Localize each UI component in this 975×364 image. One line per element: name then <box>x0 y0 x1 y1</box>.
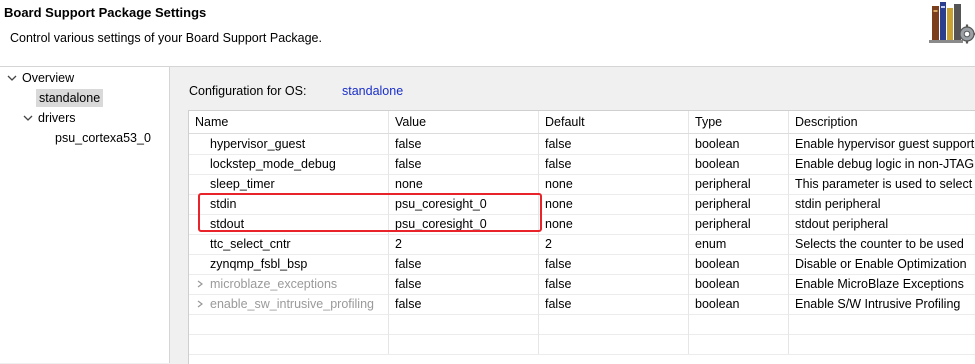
chevron-right-icon[interactable] <box>196 280 204 288</box>
empty-cell <box>539 314 689 334</box>
page-title: Board Support Package Settings <box>4 5 207 20</box>
cell-name: lockstep_mode_debug <box>189 154 389 174</box>
table-header: Name Value Default Type Description <box>189 111 975 134</box>
table-row[interactable]: ttc_select_cntr 2 2 enum Selects the cou… <box>189 234 975 255</box>
cell-default: false <box>539 294 689 314</box>
column-header-description[interactable]: Description <box>789 111 975 133</box>
cell-name-expandable[interactable]: enable_sw_intrusive_profiling <box>189 294 389 314</box>
cell-name: stdin <box>189 194 389 214</box>
cell-default: none <box>539 214 689 234</box>
tree-item-overview[interactable]: Overview <box>0 69 169 87</box>
empty-cell <box>689 334 789 354</box>
cell-value[interactable]: 2 <box>389 234 539 254</box>
tree-item-label: standalone <box>36 89 104 107</box>
cell-type: peripheral <box>689 214 789 234</box>
empty-cell <box>189 314 389 334</box>
cell-description: Disable or Enable Optimization <box>795 257 967 271</box>
cell-value[interactable]: false <box>389 134 539 154</box>
empty-cell <box>389 334 539 354</box>
cell-type: boolean <box>689 254 789 274</box>
cell-type: peripheral <box>689 174 789 194</box>
bsp-tree: Overview standalone drivers psu_cortexa5… <box>0 67 170 363</box>
cell-name: hypervisor_guest <box>189 134 389 154</box>
table-row[interactable]: hypervisor_guest false false boolean Ena… <box>189 134 975 155</box>
cell-default: none <box>539 174 689 194</box>
cell-value[interactable]: false <box>389 254 539 274</box>
cell-value[interactable]: psu_coresight_0 <box>389 194 539 214</box>
cell-default: none <box>539 194 689 214</box>
cell-value[interactable]: false <box>389 154 539 174</box>
cell-name: ttc_select_cntr <box>189 234 389 254</box>
chevron-down-icon[interactable] <box>22 112 34 124</box>
table-row-stdin[interactable]: stdin psu_coresight_0 none peripheral st… <box>189 194 975 215</box>
cell-description: Enable hypervisor guest support <box>795 137 975 151</box>
cell-description: Enable debug logic in non-JTAG <box>795 157 975 171</box>
cell-description: Enable S/W Intrusive Profiling <box>795 297 961 311</box>
empty-cell <box>789 334 975 354</box>
cell-default: false <box>539 254 689 274</box>
column-header-type[interactable]: Type <box>689 111 789 133</box>
cell-name: microblaze_exceptions <box>210 277 338 291</box>
cell-type: boolean <box>689 294 789 314</box>
settings-table: Name Value Default Type Description hype… <box>188 110 975 364</box>
cell-value[interactable]: false <box>389 274 539 294</box>
cell-description: This parameter is used to select <box>795 177 973 191</box>
cell-type: peripheral <box>689 194 789 214</box>
cell-value[interactable]: none <box>389 174 539 194</box>
cell-name-expandable[interactable]: microblaze_exceptions <box>189 274 389 294</box>
tree-item-label: Overview <box>22 71 75 85</box>
table-row-empty <box>189 314 975 335</box>
cell-default: false <box>539 274 689 294</box>
cell-description: Selects the counter to be used <box>795 237 964 251</box>
column-header-name[interactable]: Name <box>189 111 389 133</box>
column-header-value[interactable]: Value <box>389 111 539 133</box>
table-row[interactable]: lockstep_mode_debug false false boolean … <box>189 154 975 175</box>
chevron-down-icon[interactable] <box>6 72 18 84</box>
cell-type: boolean <box>689 154 789 174</box>
column-header-default[interactable]: Default <box>539 111 689 133</box>
table-row-expandable[interactable]: enable_sw_intrusive_profiling false fals… <box>189 294 975 315</box>
tree-item-driver[interactable]: psu_cortexa53_0 <box>0 129 169 147</box>
tree-item-drivers[interactable]: drivers <box>0 109 169 127</box>
empty-cell <box>689 314 789 334</box>
empty-cell <box>189 334 389 354</box>
cell-default: false <box>539 134 689 154</box>
cell-name: enable_sw_intrusive_profiling <box>210 297 374 311</box>
empty-cell <box>539 334 689 354</box>
cell-name: sleep_timer <box>189 174 389 194</box>
cell-type: boolean <box>689 134 789 154</box>
cell-description: stdin peripheral <box>795 197 881 211</box>
cell-description: Enable MicroBlaze Exceptions <box>795 277 964 291</box>
header-panel: Board Support Package Settings Control v… <box>0 0 975 67</box>
chevron-right-icon[interactable] <box>196 300 204 308</box>
table-row[interactable]: zynqmp_fsbl_bsp false false boolean Disa… <box>189 254 975 275</box>
cell-default: 2 <box>539 234 689 254</box>
tree-item-label: drivers <box>38 111 76 125</box>
table-row-expandable[interactable]: microblaze_exceptions false false boolea… <box>189 274 975 295</box>
table-row-stdout[interactable]: stdout psu_coresight_0 none peripheral s… <box>189 214 975 235</box>
cell-name: zynqmp_fsbl_bsp <box>189 254 389 274</box>
cell-value[interactable]: psu_coresight_0 <box>389 214 539 234</box>
config-os-label: Configuration for OS: <box>189 84 307 98</box>
config-os-value[interactable]: standalone <box>342 84 403 98</box>
cell-value[interactable]: false <box>389 294 539 314</box>
cell-default: false <box>539 154 689 174</box>
cell-type: enum <box>689 234 789 254</box>
page-description: Control various settings of your Board S… <box>10 31 322 45</box>
tree-item-standalone[interactable]: standalone <box>0 89 169 107</box>
books-gear-icon <box>929 2 975 44</box>
tree-item-label: psu_cortexa53_0 <box>55 131 151 145</box>
empty-cell <box>789 314 975 334</box>
table-row-empty <box>189 334 975 355</box>
table-row[interactable]: sleep_timer none none peripheral This pa… <box>189 174 975 195</box>
empty-cell <box>389 314 539 334</box>
cell-name: stdout <box>189 214 389 234</box>
cell-type: boolean <box>689 274 789 294</box>
cell-description: stdout peripheral <box>795 217 889 231</box>
